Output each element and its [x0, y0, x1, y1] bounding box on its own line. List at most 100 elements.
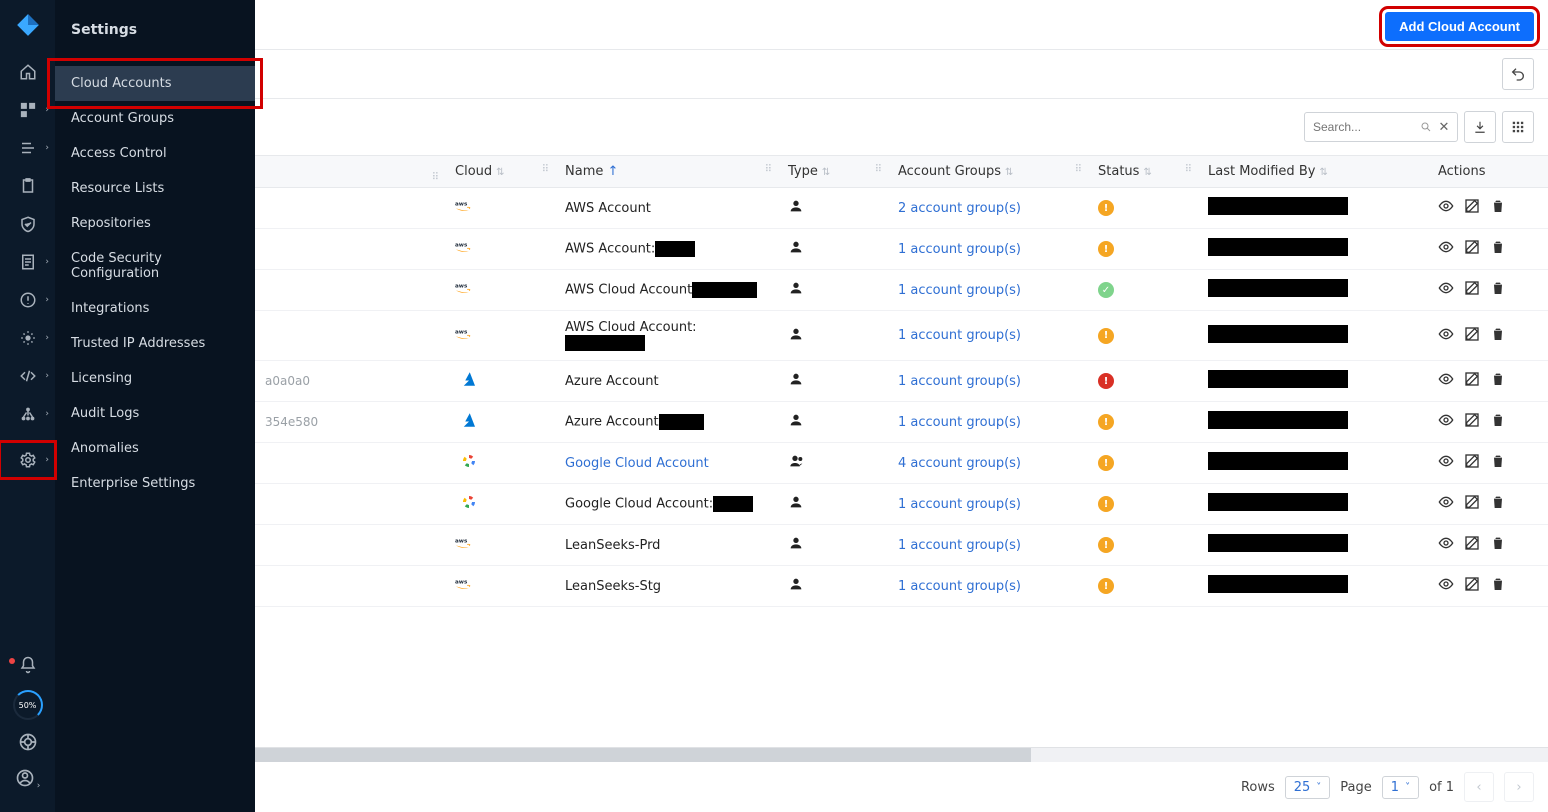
edit-icon[interactable] [1464, 326, 1480, 346]
cloud-cell: aws [445, 525, 555, 566]
nav-help[interactable] [18, 732, 38, 756]
table-row[interactable]: awsAWS Account:1 account group(s)! [255, 229, 1548, 270]
col-name[interactable]: Name ↑⠿ [555, 156, 778, 188]
delete-icon[interactable] [1490, 198, 1506, 218]
sidebar-item-integrations[interactable]: Integrations [55, 291, 255, 326]
view-icon[interactable] [1438, 280, 1454, 300]
sidebar-item-trusted-ip-addresses[interactable]: Trusted IP Addresses [55, 326, 255, 361]
view-icon[interactable] [1438, 453, 1454, 473]
groups-cell[interactable]: 1 account group(s) [888, 566, 1088, 607]
table-row[interactable]: awsAWS Cloud Account:1 account group(s)! [255, 311, 1548, 361]
nav-alerts[interactable]: › [0, 288, 55, 312]
nav-queue[interactable]: › [0, 136, 55, 160]
delete-icon[interactable] [1490, 453, 1506, 473]
edit-icon[interactable] [1464, 576, 1480, 596]
sidebar-item-enterprise-settings[interactable]: Enterprise Settings [55, 466, 255, 501]
table-row[interactable]: awsAWS Cloud Account1 account group(s)✓ [255, 270, 1548, 311]
nav-dashboard[interactable]: › [0, 98, 55, 122]
add-cloud-account-button[interactable]: Add Cloud Account [1385, 12, 1534, 41]
groups-cell[interactable]: 1 account group(s) [888, 525, 1088, 566]
nav-profile[interactable]: › [15, 768, 41, 792]
table-row[interactable]: awsAWS Account2 account group(s)! [255, 188, 1548, 229]
page-select[interactable]: 1˅ [1382, 776, 1419, 799]
table-row[interactable]: awsLeanSeeks-Prd1 account group(s)! [255, 525, 1548, 566]
search-input[interactable] [1311, 119, 1415, 135]
nav-shield[interactable] [0, 212, 55, 236]
view-icon[interactable] [1438, 412, 1454, 432]
col-groups[interactable]: Account Groups⇅⠿ [888, 156, 1088, 188]
groups-cell[interactable]: 1 account group(s) [888, 361, 1088, 402]
groups-cell[interactable]: 1 account group(s) [888, 402, 1088, 443]
edit-icon[interactable] [1464, 371, 1480, 391]
sidebar-item-resource-lists[interactable]: Resource Lists [55, 171, 255, 206]
delete-icon[interactable] [1490, 239, 1506, 259]
nav-settings[interactable]: › [0, 442, 55, 478]
groups-cell[interactable]: 1 account group(s) [888, 484, 1088, 525]
status-cell: ! [1088, 311, 1198, 361]
edit-icon[interactable] [1464, 280, 1480, 300]
rows-select[interactable]: 25˅ [1285, 776, 1331, 799]
download-button[interactable] [1464, 111, 1496, 143]
clear-search-icon[interactable]: ✕ [1437, 120, 1451, 134]
view-icon[interactable] [1438, 198, 1454, 218]
table-row[interactable]: awsLeanSeeks-Stg1 account group(s)! [255, 566, 1548, 607]
progress-ring[interactable]: 50% [13, 690, 43, 720]
view-icon[interactable] [1438, 576, 1454, 596]
edit-icon[interactable] [1464, 412, 1480, 432]
col-modified[interactable]: Last Modified By⇅ [1198, 156, 1428, 188]
col-hidden[interactable]: ⠿ [255, 156, 445, 188]
reset-button[interactable] [1502, 58, 1534, 90]
nav-clipboard[interactable] [0, 174, 55, 198]
delete-icon[interactable] [1490, 280, 1506, 300]
delete-icon[interactable] [1490, 412, 1506, 432]
view-icon[interactable] [1438, 371, 1454, 391]
col-cloud[interactable]: Cloud⇅⠿ [445, 156, 555, 188]
sidebar-item-cloud-accounts[interactable]: Cloud Accounts [55, 66, 255, 101]
groups-cell[interactable]: 1 account group(s) [888, 311, 1088, 361]
edit-icon[interactable] [1464, 494, 1480, 514]
table-row[interactable]: a0a0a0Azure Account1 account group(s)! [255, 361, 1548, 402]
nav-home[interactable] [0, 60, 55, 84]
type-cell [778, 311, 888, 361]
sidebar-item-licensing[interactable]: Licensing [55, 361, 255, 396]
nav-compliance[interactable]: › [0, 250, 55, 274]
sidebar-item-access-control[interactable]: Access Control [55, 136, 255, 171]
edit-icon[interactable] [1464, 453, 1480, 473]
edit-icon[interactable] [1464, 198, 1480, 218]
groups-cell[interactable]: 4 account group(s) [888, 443, 1088, 484]
view-icon[interactable] [1438, 494, 1454, 514]
delete-icon[interactable] [1490, 326, 1506, 346]
delete-icon[interactable] [1490, 535, 1506, 555]
delete-icon[interactable] [1490, 494, 1506, 514]
view-icon[interactable] [1438, 326, 1454, 346]
sidebar-item-account-groups[interactable]: Account Groups [55, 101, 255, 136]
groups-cell[interactable]: 2 account group(s) [888, 188, 1088, 229]
next-page[interactable]: › [1504, 772, 1534, 802]
table-row[interactable]: Google Cloud Account:1 account group(s)! [255, 484, 1548, 525]
nav-network[interactable]: › [0, 402, 55, 426]
edit-icon[interactable] [1464, 239, 1480, 259]
view-icon[interactable] [1438, 239, 1454, 259]
app-logo[interactable] [13, 10, 43, 40]
edit-icon[interactable] [1464, 535, 1480, 555]
search-box[interactable]: ✕ [1304, 112, 1458, 142]
nav-config[interactable]: › [0, 326, 55, 350]
sidebar-item-anomalies[interactable]: Anomalies [55, 431, 255, 466]
table-row[interactable]: 354e580Azure Account1 account group(s)! [255, 402, 1548, 443]
sidebar-item-repositories[interactable]: Repositories [55, 206, 255, 241]
nav-code[interactable]: › [0, 364, 55, 388]
col-type[interactable]: Type⇅⠿ [778, 156, 888, 188]
prev-page[interactable]: ‹ [1464, 772, 1494, 802]
table-row[interactable]: Google Cloud Account4 account group(s)! [255, 443, 1548, 484]
grid-icon [1511, 120, 1525, 134]
col-status[interactable]: Status⇅⠿ [1088, 156, 1198, 188]
nav-notifications[interactable] [19, 656, 37, 678]
delete-icon[interactable] [1490, 371, 1506, 391]
view-icon[interactable] [1438, 535, 1454, 555]
sidebar-item-audit-logs[interactable]: Audit Logs [55, 396, 255, 431]
groups-cell[interactable]: 1 account group(s) [888, 229, 1088, 270]
groups-cell[interactable]: 1 account group(s) [888, 270, 1088, 311]
delete-icon[interactable] [1490, 576, 1506, 596]
columns-button[interactable] [1502, 111, 1534, 143]
sidebar-item-code-security-configuration[interactable]: Code Security Configuration [55, 241, 255, 291]
